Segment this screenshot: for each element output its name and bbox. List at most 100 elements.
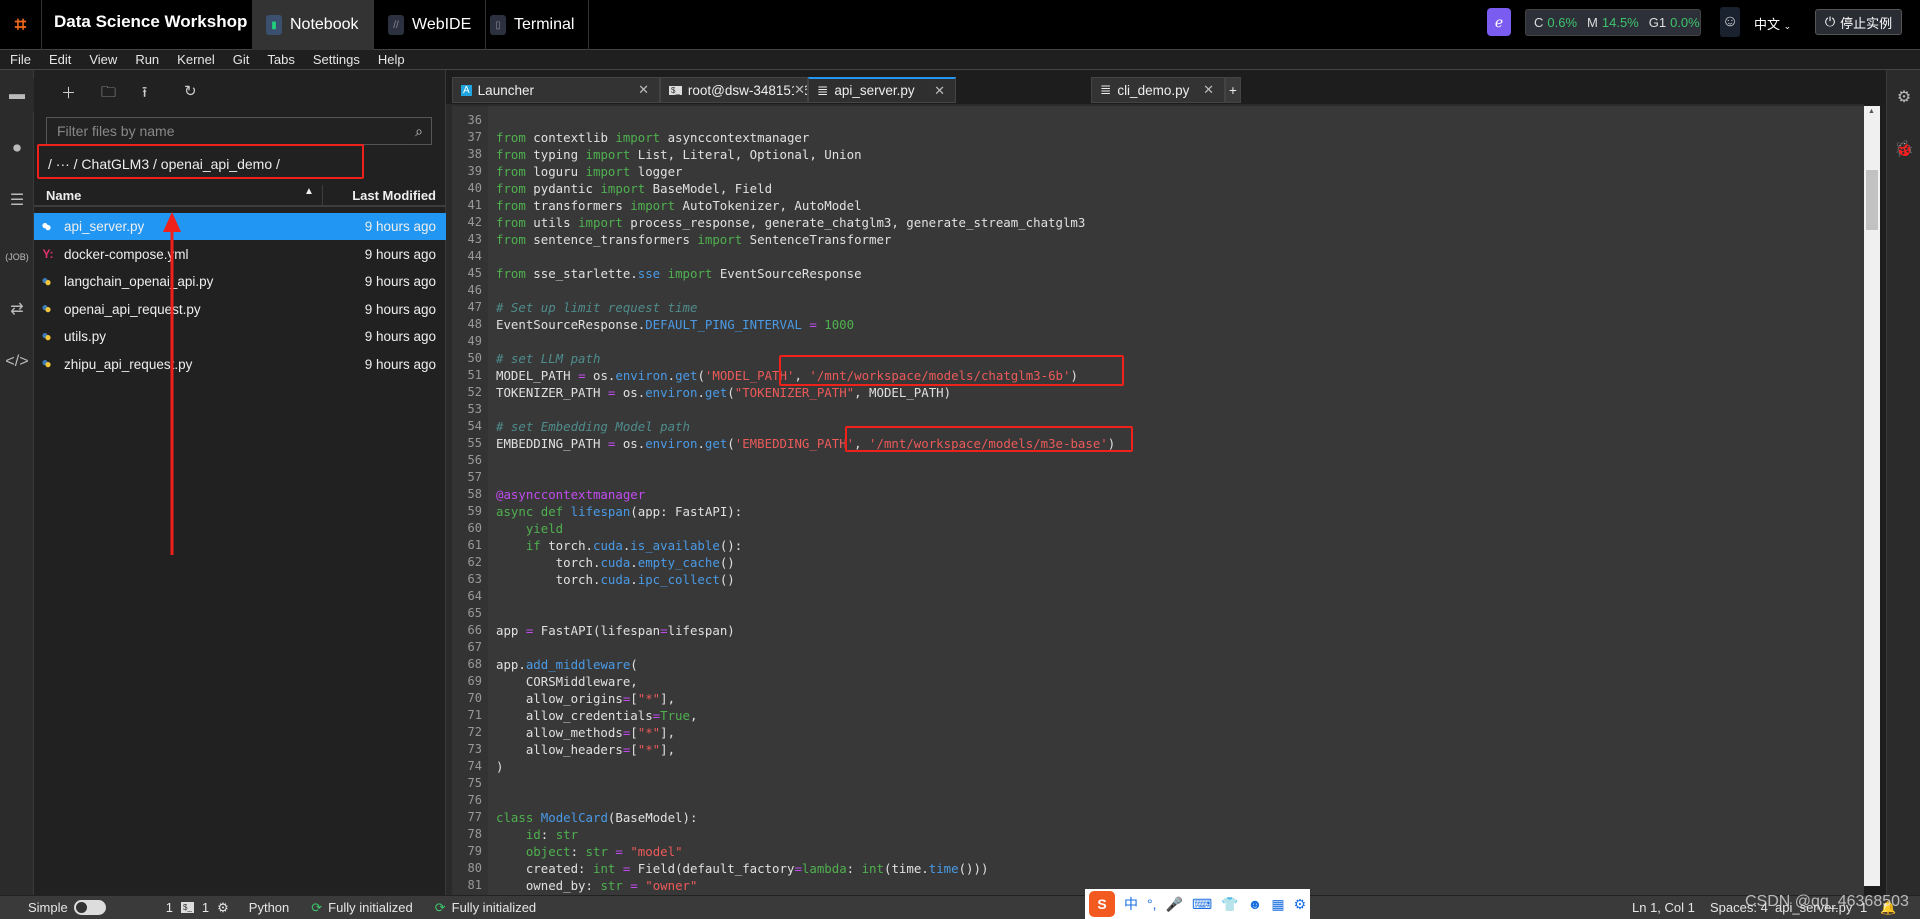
code-icon: //	[388, 15, 404, 35]
file-item[interactable]: ● api_server.py 9 hours ago	[34, 213, 446, 240]
line-text: # Set up limit request time	[488, 299, 697, 316]
stop-instance-button[interactable]: ⏻ 停止实例	[1815, 9, 1902, 35]
tab-api-server[interactable]: ≣ api_server.py ✕	[808, 77, 956, 103]
file-item[interactable]: ● utils.py 9 hours ago	[34, 323, 446, 350]
tab-notebook[interactable]: ▮ Notebook	[252, 0, 374, 50]
scrollbar-thumb[interactable]	[1866, 170, 1878, 230]
code-token: allow_methods	[496, 725, 623, 740]
keyboard-icon[interactable]: ⌨	[1192, 896, 1212, 913]
column-last-modified[interactable]: Last Modified	[352, 188, 436, 203]
list-icon[interactable]: ☰	[0, 183, 34, 217]
code-editor[interactable]: 36 37 from contextlib import asynccontextm…	[446, 104, 1864, 895]
lsp-status-1[interactable]: Fully initialized	[328, 900, 413, 915]
line-text	[488, 248, 496, 265]
tab-terminal[interactable]: ▯ Terminal	[476, 0, 590, 50]
code-line: 76	[446, 792, 1115, 809]
file-item[interactable]: ● langchain_openai_api.py 9 hours ago	[34, 268, 446, 295]
code-token: =	[578, 368, 586, 383]
robot-icon[interactable]: ☻	[1248, 896, 1263, 912]
upload-icon[interactable]: ⭱	[142, 82, 147, 107]
close-icon[interactable]: ✕	[1203, 82, 1214, 98]
file-item[interactable]: ● openai_api_request.py 9 hours ago	[34, 296, 446, 323]
menu-file[interactable]: File	[10, 52, 31, 67]
file-item[interactable]: ● zhipu_api_request.py 9 hours ago	[34, 351, 446, 378]
menu-help[interactable]: Help	[378, 52, 405, 67]
menu-run[interactable]: Run	[135, 52, 159, 67]
property-inspector-icon[interactable]: ⚙	[1887, 80, 1920, 114]
assistant-icon[interactable]: ℯ	[1487, 8, 1511, 36]
column-name[interactable]: Name	[46, 188, 81, 203]
skin-icon[interactable]: 👕	[1221, 896, 1238, 913]
menu-settings[interactable]: Settings	[313, 52, 360, 67]
line-number: 80	[467, 861, 482, 875]
kernel-name[interactable]: Python	[249, 900, 289, 915]
code-token: import	[630, 198, 676, 213]
job-icon[interactable]: (JOB)	[0, 240, 34, 274]
code-icon[interactable]: </>	[0, 345, 34, 379]
code-token: DEFAULT_PING_INTERVAL	[645, 317, 802, 332]
shuffle-icon[interactable]: ⇄	[0, 292, 34, 326]
kernel-count[interactable]: 1	[202, 900, 209, 915]
debugger-icon[interactable]: 🐞	[1887, 132, 1920, 166]
ime-toolbar[interactable]: S 中 °, 🎤 ⌨ 👕 ☻ ▦ ⚙	[1085, 889, 1310, 919]
new-tab-button[interactable]: +	[1225, 77, 1241, 103]
settings-icon[interactable]: ⚙	[1294, 896, 1307, 913]
punctuation-icon[interactable]: °,	[1147, 896, 1157, 912]
code-token: ],	[660, 691, 676, 706]
code-line: 64	[446, 588, 1115, 605]
code-lines[interactable]: 36 37 from contextlib import asynccontextm…	[446, 112, 1116, 894]
close-icon[interactable]: ✕	[794, 82, 805, 98]
line-text: class ModelCard(BaseModel):	[488, 809, 697, 826]
file-item[interactable]: Y: docker-compose.yml 9 hours ago	[34, 241, 446, 268]
line-text: from utils import process_response, gene…	[488, 214, 1085, 231]
menu-git[interactable]: Git	[233, 52, 250, 67]
microphone-icon[interactable]: 🎤	[1166, 896, 1183, 913]
file-modified: 9 hours ago	[364, 274, 436, 289]
language-select[interactable]: 中文 ⌄	[1754, 14, 1791, 33]
sort-ascending-icon[interactable]: ▲	[304, 186, 314, 197]
terminal-count[interactable]: 1	[166, 900, 173, 915]
line-number: 49	[467, 334, 482, 348]
menu-tabs[interactable]: Tabs	[267, 52, 294, 67]
code-line: 78 id: str	[446, 826, 1115, 843]
avatar[interactable]: ☺	[1720, 7, 1740, 37]
line-number: 46	[467, 283, 482, 297]
apps-icon[interactable]: ▦	[1271, 896, 1284, 913]
close-icon[interactable]: ✕	[638, 82, 649, 98]
tab-webide[interactable]: // WebIDE	[374, 0, 487, 50]
refresh-icon[interactable]: ↻	[184, 82, 197, 100]
stop-circle-icon[interactable]: ⏺	[0, 132, 34, 166]
close-icon[interactable]: ✕	[934, 83, 945, 99]
cursor-position[interactable]: Ln 1, Col 1	[1632, 900, 1695, 915]
new-folder-icon[interactable]: 🗀	[101, 82, 116, 107]
code-line: 49	[446, 333, 1115, 350]
menu-view[interactable]: View	[89, 52, 117, 67]
menu-edit[interactable]: Edit	[49, 52, 71, 67]
code-token: # set LLM path	[496, 351, 601, 366]
app-logo[interactable]: ⌗	[0, 0, 42, 50]
lsp-status-2[interactable]: Fully initialized	[452, 900, 537, 915]
line-text: allow_credentials=True,	[488, 707, 698, 724]
filter-files-input[interactable]: Filter files by name ⌕	[46, 117, 432, 145]
code-token: .	[667, 368, 676, 383]
line-text	[488, 469, 496, 486]
code-line: 61 if torch.cuda.is_available():	[446, 537, 1115, 554]
code-token: # set Embedding Model path	[496, 419, 690, 434]
tab-terminal-session[interactable]: $_ root@dsw-348151-695685b7✕	[660, 77, 808, 103]
scroll-up-icon[interactable]: ▲	[1868, 108, 1875, 115]
file-modified: 9 hours ago	[364, 329, 436, 344]
chevron-down-icon: ⌄	[1783, 21, 1792, 31]
folder-icon[interactable]: ▬	[0, 78, 34, 112]
tab-launcher[interactable]: A Launcher ✕	[452, 77, 660, 103]
chinese-mode-icon[interactable]: 中	[1124, 894, 1138, 914]
simple-mode-toggle[interactable]	[73, 900, 106, 915]
new-launcher-icon[interactable]: ＋	[61, 82, 76, 103]
code-line: 45 from sse_starlette.sse import EventSou…	[446, 265, 1115, 282]
file-browser: ＋ 🗀 ⭱ ↻ Filter files by name ⌕ / ··· / Ch…	[34, 70, 446, 895]
code-token: allow_origins	[496, 691, 623, 706]
code-token: "*"	[637, 742, 661, 757]
tab-label: api_server.py	[834, 83, 915, 98]
tab-cli-demo[interactable]: ≣ cli_demo.py ✕	[1091, 77, 1225, 103]
line-text: from transformers import AutoTokenizer, …	[488, 197, 862, 214]
menu-kernel[interactable]: Kernel	[177, 52, 215, 67]
